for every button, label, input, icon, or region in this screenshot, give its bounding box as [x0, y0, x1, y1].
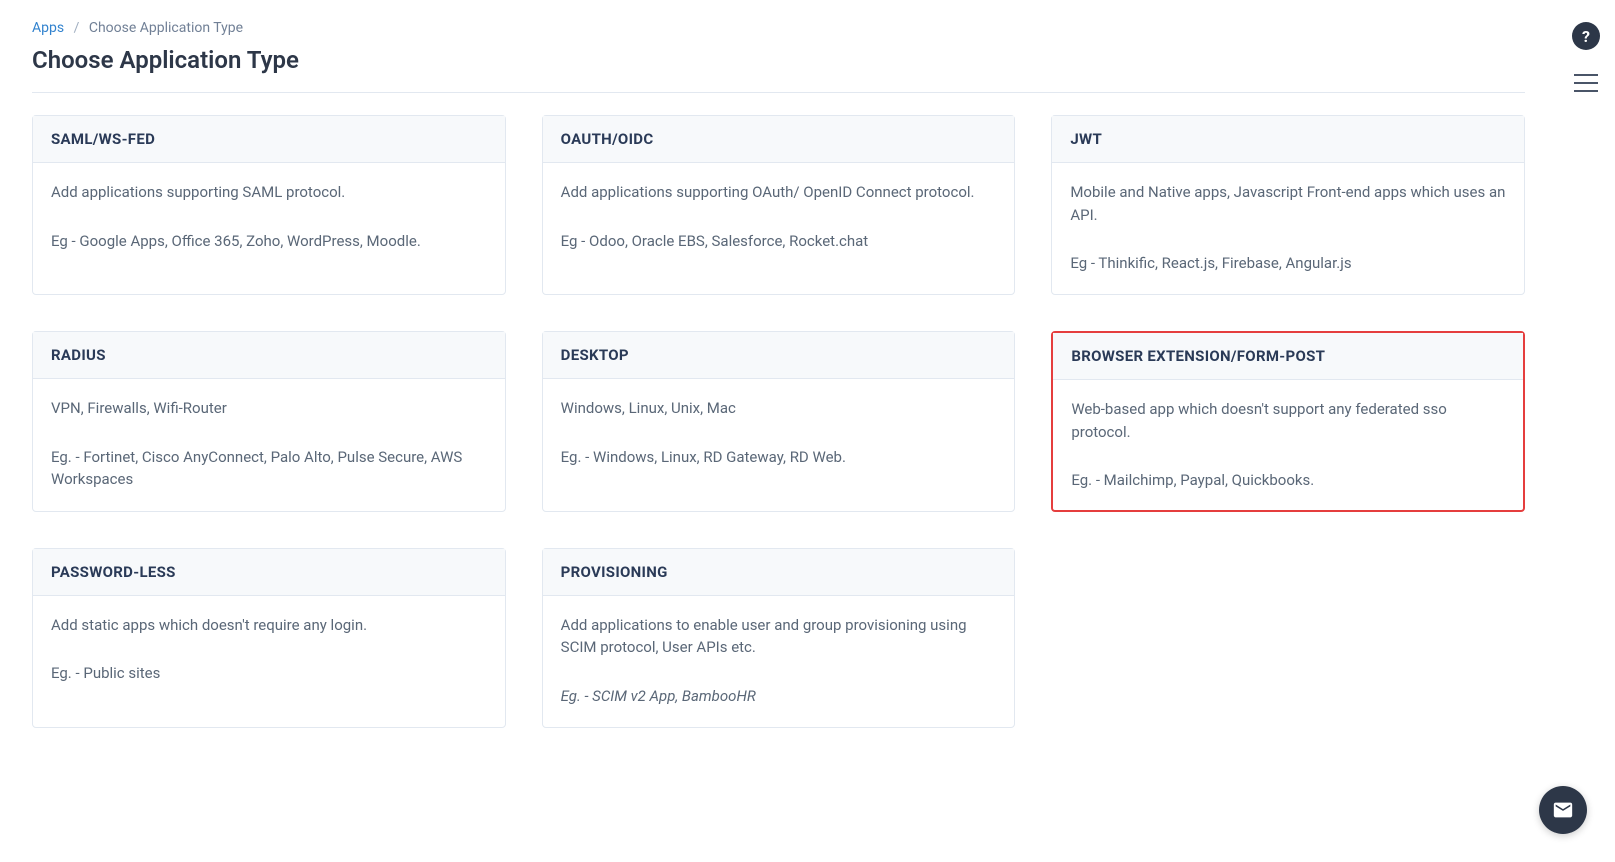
app-type-card[interactable]: SAML/WS-FED Add applications supporting S…	[32, 115, 506, 295]
card-description: Add applications to enable user and grou…	[561, 614, 997, 659]
app-type-card[interactable]: OAUTH/OIDC Add applications supporting OA…	[542, 115, 1016, 295]
app-type-card[interactable]: JWT Mobile and Native apps, Javascript Fr…	[1051, 115, 1525, 295]
card-description: Add applications supporting SAML protoco…	[51, 181, 487, 204]
card-body: VPN, Firewalls, Wifi-Router Eg. - Fortine…	[33, 379, 505, 511]
page-title: Choose Application Type	[32, 46, 1525, 74]
app-type-card[interactable]: DESKTOP Windows, Linux, Unix, Mac Eg. - Wi…	[542, 331, 1016, 512]
card-body: Web-based app which doesn't support any …	[1053, 380, 1523, 510]
card-description: Add static apps which doesn't require an…	[51, 614, 487, 637]
app-type-card[interactable]: RADIUS VPN, Firewalls, Wifi-Router Eg. - F…	[32, 331, 506, 512]
card-example: Eg. - SCIM v2 App, BambooHR	[561, 685, 997, 708]
app-type-card[interactable]: BROWSER EXTENSION/FORM-POST Web-based app…	[1051, 331, 1525, 512]
card-title: OAUTH/OIDC	[543, 116, 1015, 163]
card-title: SAML/WS-FED	[33, 116, 505, 163]
app-type-card[interactable]: PASSWORD-LESS Add static apps which doesn…	[32, 548, 506, 728]
card-description: Mobile and Native apps, Javascript Front…	[1070, 181, 1506, 226]
card-example: Eg. - Public sites	[51, 662, 487, 685]
card-title: RADIUS	[33, 332, 505, 379]
app-type-card[interactable]: PROVISIONING Add applications to enable u…	[542, 548, 1016, 728]
card-example: Eg. - Fortinet, Cisco AnyConnect, Palo A…	[51, 446, 487, 491]
card-body: Windows, Linux, Unix, Mac Eg. - Windows, …	[543, 379, 1015, 511]
card-example: Eg. - Windows, Linux, RD Gateway, RD Web…	[561, 446, 997, 469]
menu-icon[interactable]	[1574, 74, 1598, 92]
card-title: PROVISIONING	[543, 549, 1015, 596]
card-example: Eg. - Mailchimp, Paypal, Quickbooks.	[1071, 469, 1505, 492]
application-type-grid: SAML/WS-FED Add applications supporting S…	[32, 115, 1525, 768]
card-body: Add applications to enable user and grou…	[543, 596, 1015, 727]
right-rail: ?	[1557, 0, 1615, 862]
chat-bubble-icon[interactable]	[1539, 786, 1587, 834]
breadcrumb-apps-link[interactable]: Apps	[32, 20, 64, 36]
card-body: Add applications supporting SAML protoco…	[33, 163, 505, 294]
breadcrumb: Apps / Choose Application Type	[32, 20, 1525, 36]
card-title: PASSWORD-LESS	[33, 549, 505, 596]
help-icon[interactable]: ?	[1572, 22, 1600, 50]
card-body: Mobile and Native apps, Javascript Front…	[1052, 163, 1524, 294]
breadcrumb-current: Choose Application Type	[89, 20, 243, 36]
card-example: Eg - Odoo, Oracle EBS, Salesforce, Rocke…	[561, 230, 997, 253]
card-title: JWT	[1052, 116, 1524, 163]
mail-icon	[1552, 799, 1574, 821]
card-description: Windows, Linux, Unix, Mac	[561, 397, 997, 420]
main-content: Apps / Choose Application Type Choose Ap…	[0, 0, 1557, 862]
card-body: Add static apps which doesn't require an…	[33, 596, 505, 727]
divider	[32, 92, 1525, 93]
card-body: Add applications supporting OAuth/ OpenI…	[543, 163, 1015, 294]
card-description: Web-based app which doesn't support any …	[1071, 398, 1505, 443]
card-description: VPN, Firewalls, Wifi-Router	[51, 397, 487, 420]
card-title: BROWSER EXTENSION/FORM-POST	[1053, 333, 1523, 380]
card-example: Eg - Thinkific, React.js, Firebase, Angu…	[1070, 252, 1506, 275]
card-description: Add applications supporting OAuth/ OpenI…	[561, 181, 997, 204]
card-title: DESKTOP	[543, 332, 1015, 379]
breadcrumb-separator: /	[74, 20, 80, 36]
card-example: Eg - Google Apps, Office 365, Zoho, Word…	[51, 230, 487, 253]
